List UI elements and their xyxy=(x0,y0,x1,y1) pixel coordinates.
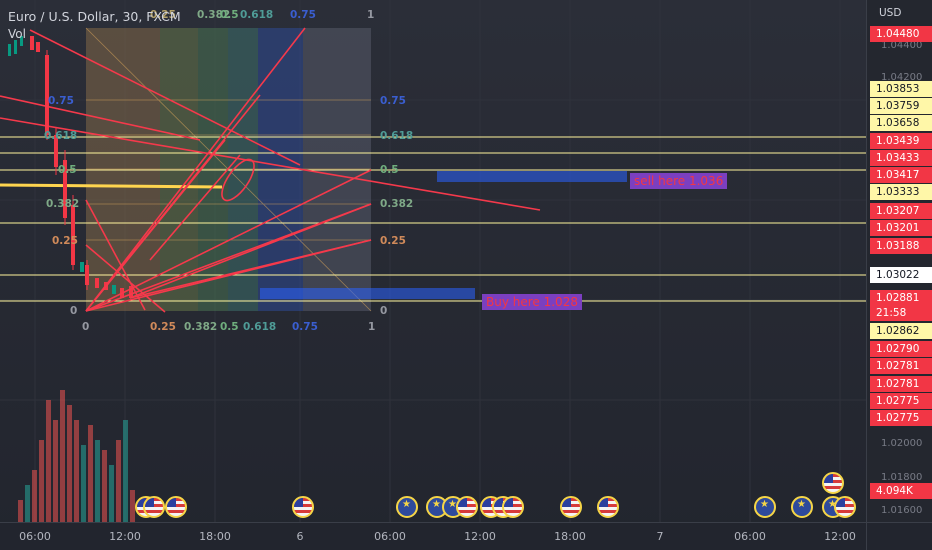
time-tick: 12:00 xyxy=(464,530,496,543)
time-tick: 06:00 xyxy=(19,530,51,543)
fib-left-label: 0.382 xyxy=(46,198,80,210)
fib-bottom-label: 0.618 xyxy=(243,321,277,333)
price-label: 1.03207 xyxy=(870,203,932,219)
fib-top-label: 0.75 xyxy=(290,9,316,21)
fib-right-label: 0.5 xyxy=(380,164,399,176)
us-flag-icon[interactable] xyxy=(165,496,187,518)
price-label: 1.03759 xyxy=(870,98,932,114)
volume-indicator-label[interactable]: Vol xyxy=(8,27,26,41)
price-label: 1.02781 xyxy=(870,376,932,392)
fib-right-label: 0.25 xyxy=(380,235,406,247)
eu-flag-icon[interactable] xyxy=(754,496,776,518)
countdown-label: 21:58 xyxy=(870,305,932,321)
fib-right-label: 0.618 xyxy=(380,130,414,142)
us-flag-icon[interactable] xyxy=(143,496,165,518)
chart-pane[interactable]: 0.25 0.382 0.5 0.618 0.75 1 0.75 0.618 0… xyxy=(0,0,866,522)
time-tick: 12:00 xyxy=(109,530,141,543)
fib-left-label: 0.618 xyxy=(44,130,78,142)
price-label: 1.03022 xyxy=(870,267,932,283)
volume-bars xyxy=(18,390,135,522)
us-flag-icon[interactable] xyxy=(560,496,582,518)
time-scale[interactable]: 06:00 12:00 18:00 6 06:00 12:00 18:00 7 … xyxy=(0,522,866,550)
fib-right-label: 0.75 xyxy=(380,95,406,107)
price-scale[interactable]: USD 1.04400 1.04200 1.02000 1.01800 1.01… xyxy=(866,0,932,522)
scale-corner[interactable] xyxy=(866,522,932,550)
fib-left-label: 0.25 xyxy=(52,235,78,247)
time-tick: 6 xyxy=(296,530,304,543)
price-label: 1.03417 xyxy=(870,167,932,183)
price-label: 1.04480 xyxy=(870,26,932,42)
us-flag-icon[interactable] xyxy=(834,496,856,518)
time-tick: 18:00 xyxy=(199,530,231,543)
price-label: 1.02781 xyxy=(870,358,932,374)
sell-note[interactable]: sell here 1.036 xyxy=(630,173,728,189)
eu-flag-icon[interactable] xyxy=(396,496,418,518)
price-tick: 1.02000 xyxy=(881,438,923,449)
fib-bottom-label: 0.382 xyxy=(184,321,218,333)
price-label: 1.03333 xyxy=(870,184,932,200)
fib-bottom-label: 0.25 xyxy=(150,321,176,333)
price-tick: 1.01800 xyxy=(881,472,923,483)
price-label: 1.03439 xyxy=(870,133,932,149)
time-tick: 06:00 xyxy=(374,530,406,543)
price-label: 1.03188 xyxy=(870,238,932,254)
us-flag-icon[interactable] xyxy=(456,496,478,518)
volume-label: 4.094K xyxy=(870,483,932,499)
price-label: 1.03658 xyxy=(870,115,932,131)
us-flag-icon[interactable] xyxy=(597,496,619,518)
price-label: 1.03433 xyxy=(870,150,932,166)
price-label: 1.02790 xyxy=(870,341,932,357)
price-label: 1.02862 xyxy=(870,323,932,339)
us-flag-icon[interactable] xyxy=(822,472,844,494)
time-tick: 7 xyxy=(656,530,664,543)
fib-right-label: 0 xyxy=(380,305,388,317)
fib-bottom-label: 0.5 xyxy=(220,321,239,333)
time-tick: 12:00 xyxy=(824,530,856,543)
fib-top-label: 0.5 xyxy=(220,9,239,21)
fib-left-label: 0.75 xyxy=(48,95,74,107)
fib-top-label: 0.618 xyxy=(240,9,274,21)
fib-bottom-label: 1 xyxy=(368,321,376,333)
buy-zone-box[interactable] xyxy=(260,288,475,299)
fib-top-label: 1 xyxy=(367,9,375,21)
fib-bottom-label: 0.75 xyxy=(292,321,318,333)
buy-note[interactable]: Buy here 1.028 xyxy=(482,294,582,310)
fib-left-label: 0 xyxy=(70,305,78,317)
us-flag-icon[interactable] xyxy=(502,496,524,518)
fib-left-label: 0.5 xyxy=(58,164,77,176)
currency-label: USD xyxy=(879,7,902,19)
fib-bottom-label: 0 xyxy=(82,321,90,333)
eu-flag-icon[interactable] xyxy=(791,496,813,518)
last-price-label: 1.02881 xyxy=(870,290,932,306)
price-tick: 1.01600 xyxy=(881,505,923,516)
time-tick: 18:00 xyxy=(554,530,586,543)
price-label: 1.03853 xyxy=(870,81,932,97)
price-label: 1.03201 xyxy=(870,220,932,236)
time-tick: 06:00 xyxy=(734,530,766,543)
chart-canvas[interactable] xyxy=(0,0,866,522)
price-label: 1.02775 xyxy=(870,393,932,409)
price-label: 1.02775 xyxy=(870,410,932,426)
fib-right-label: 0.382 xyxy=(380,198,414,210)
us-flag-icon[interactable] xyxy=(292,496,314,518)
sell-zone-box[interactable] xyxy=(437,171,627,182)
symbol-title[interactable]: Euro / U.S. Dollar, 30, FXCM xyxy=(8,9,181,24)
